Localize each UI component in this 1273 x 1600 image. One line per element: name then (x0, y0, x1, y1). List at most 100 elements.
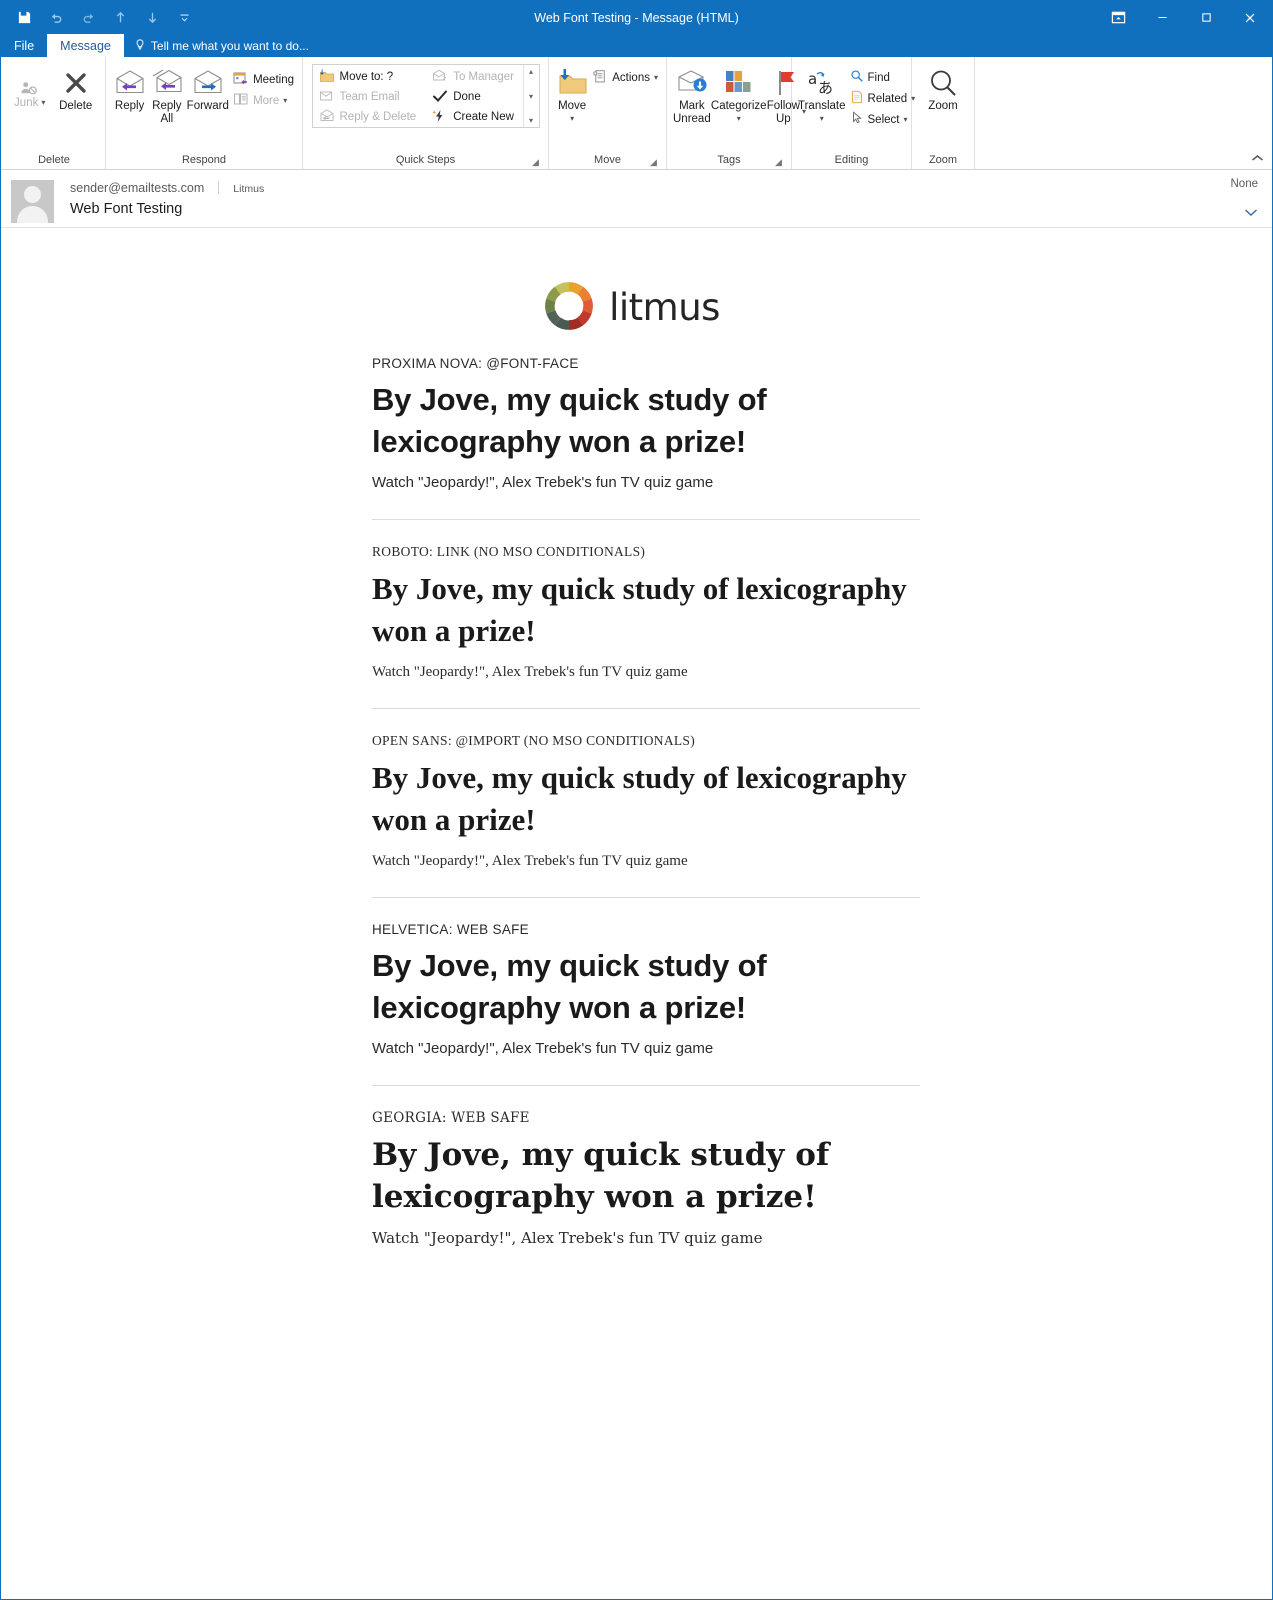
recipient-name[interactable]: Litmus (233, 183, 264, 195)
categorize-icon (725, 66, 752, 100)
mark-unread-button[interactable]: Mark Unread (672, 63, 712, 125)
translate-button[interactable]: aあ Translate ▾ (797, 63, 847, 125)
move-label: Move (558, 100, 587, 112)
font-section-helvetica: HELVETICA: WEB SAFE By Jove, my quick st… (372, 898, 932, 1086)
more-button[interactable]: More ▾ (230, 90, 297, 111)
reply-all-button[interactable]: Reply All (148, 63, 185, 125)
select-cursor-icon (850, 111, 864, 128)
tell-me-search[interactable]: Tell me what you want to do... (124, 34, 319, 57)
section-kicker: PROXIMA NOVA: @FONT-FACE (372, 356, 579, 371)
quick-steps-dialog-launcher[interactable]: ◢ (530, 157, 541, 168)
group-label-editing: Editing (834, 154, 869, 166)
section-headline: By Jove, my quick study of lexicography … (372, 1137, 830, 1215)
chevron-down-icon: ▾ (736, 113, 741, 123)
junk-button[interactable]: Junk ▾ (8, 63, 51, 110)
forward-button[interactable]: Forward (185, 63, 230, 113)
quick-step-move-to[interactable]: Move to: ? (315, 67, 421, 87)
group-label-delete: Delete (38, 154, 70, 166)
ribbon: Junk ▾ Delete Delete Reply Reply All For… (1, 57, 1272, 170)
categorize-label: Categorize (710, 100, 767, 112)
quick-steps-gallery[interactable]: Move to: ? Team Email Reply & Delete To … (311, 64, 540, 128)
svg-text:あ: あ (818, 79, 833, 97)
chevron-down-icon: ▾ (819, 113, 824, 123)
related-icon (850, 90, 864, 107)
undo-icon[interactable] (41, 5, 71, 31)
group-label-text: Move (594, 154, 621, 166)
quick-step-reply-delete[interactable]: Reply & Delete (315, 107, 421, 127)
scroll-down-icon[interactable]: ▾ (529, 92, 533, 101)
chevron-down-icon: ▾ (41, 98, 46, 107)
reply-all-label: Reply All (152, 100, 182, 125)
delete-x-icon (61, 66, 91, 100)
flag-status: None (1230, 178, 1259, 190)
ribbon-group-quick-steps: Move to: ? Team Email Reply & Delete To … (303, 57, 549, 169)
expand-header-chevron-icon[interactable] (1231, 206, 1259, 220)
section-subline: Watch "Jeopardy!", Alex Trebek's fun TV … (372, 474, 714, 491)
quick-step-label: Team Email (339, 91, 400, 103)
quick-step-done[interactable]: Done (428, 87, 518, 107)
previous-item-icon[interactable] (105, 5, 135, 31)
meeting-button[interactable]: Meeting (230, 69, 297, 90)
quick-step-label: Done (453, 91, 481, 103)
quick-step-label: Reply & Delete (339, 111, 417, 123)
find-label: Find (867, 71, 890, 84)
actions-button[interactable]: Actions ▾ (590, 67, 661, 88)
ribbon-group-delete: Junk ▾ Delete Delete (3, 57, 106, 169)
quick-step-team-email[interactable]: Team Email (315, 87, 421, 107)
quick-step-to-manager[interactable]: To Manager (428, 67, 518, 87)
more-icon (233, 92, 249, 110)
quick-steps-column-2: To Manager Done Create New (428, 67, 518, 127)
move-button[interactable]: Move ▾ (554, 63, 590, 125)
tags-dialog-launcher[interactable]: ◢ (773, 157, 784, 168)
collapse-ribbon-icon[interactable] (1251, 154, 1264, 166)
scroll-up-icon[interactable]: ▴ (529, 67, 533, 76)
quick-steps-scrollbar[interactable]: ▴ ▾ ▾ (522, 65, 539, 127)
zoom-button[interactable]: Zoom (917, 63, 969, 113)
select-button[interactable]: Select ▾ (847, 109, 919, 130)
ribbon-group-zoom: Zoom Zoom (912, 57, 975, 169)
zoom-magnifier-icon (928, 66, 958, 100)
ribbon-group-respond: Reply Reply All Forward Meeting More ▾ R… (106, 57, 303, 169)
maximize-icon[interactable] (1184, 1, 1228, 34)
section-kicker: GEORGIA: WEB SAFE (372, 1110, 530, 1126)
mark-unread-icon (676, 66, 708, 100)
close-icon[interactable] (1228, 1, 1272, 34)
title-bar: Web Font Testing - Message (HTML) (1, 1, 1272, 34)
sender-address[interactable]: sender@emailtests.com (70, 181, 204, 195)
meeting-label: Meeting (253, 73, 294, 86)
window-controls (1096, 1, 1272, 34)
move-dialog-launcher[interactable]: ◢ (648, 157, 659, 168)
customize-qat-icon[interactable] (169, 5, 199, 31)
categorize-button[interactable]: Categorize ▾ (710, 63, 767, 125)
group-label-respond: Respond (181, 154, 227, 166)
group-label-quick-steps: Quick Steps ◢ (308, 151, 543, 169)
quick-step-create-new[interactable]: Create New (428, 107, 518, 127)
quick-step-label: To Manager (453, 71, 514, 83)
lightbulb-icon (134, 38, 146, 54)
avatar[interactable] (11, 180, 54, 223)
font-section-proxima-nova: PROXIMA NOVA: @FONT-FACE By Jove, my qui… (372, 332, 932, 520)
ribbon-display-options-icon[interactable] (1096, 1, 1140, 34)
section-subline: Watch "Jeopardy!", Alex Trebek's fun TV … (372, 853, 688, 869)
actions-label: Actions (612, 71, 650, 84)
group-label-tags: Tags ◢ (672, 151, 786, 169)
next-item-icon[interactable] (137, 5, 167, 31)
save-icon[interactable] (9, 5, 39, 31)
tab-file[interactable]: File (1, 34, 47, 57)
redo-icon[interactable] (73, 5, 103, 31)
message-body[interactable]: litmus PROXIMA NOVA: @FONT-FACE By Jove,… (1, 228, 1272, 1599)
reply-delete-icon (319, 108, 335, 126)
delete-button[interactable]: Delete (51, 63, 100, 113)
find-magnifier-icon (850, 69, 864, 86)
ribbon-group-editing: aあ Translate ▾ Find Related ▾ Select ▾ E… (792, 57, 915, 169)
to-manager-icon (432, 69, 448, 86)
team-email-icon (319, 89, 335, 106)
related-button[interactable]: Related ▾ (847, 88, 919, 109)
header-divider (218, 181, 220, 194)
tab-message[interactable]: Message (47, 34, 124, 57)
minimize-icon[interactable] (1140, 1, 1184, 34)
delete-label: Delete (59, 100, 93, 112)
find-button[interactable]: Find (847, 67, 919, 88)
scroll-more-icon[interactable]: ▾ (529, 116, 533, 125)
reply-button[interactable]: Reply (111, 63, 148, 113)
